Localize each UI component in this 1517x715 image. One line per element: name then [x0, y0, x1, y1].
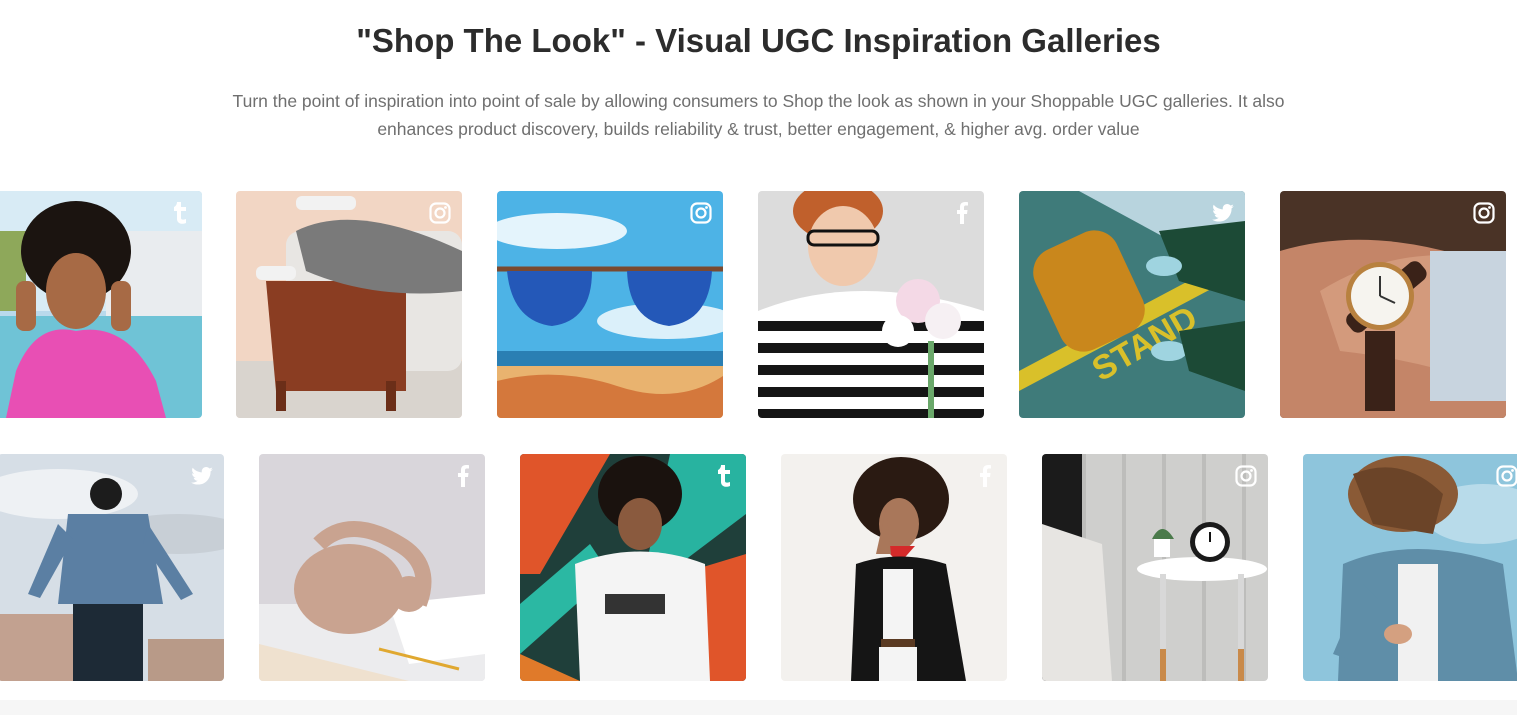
- twitter-icon[interactable]: [190, 464, 214, 488]
- photo-yellow-bag-stand: STAND: [1019, 191, 1245, 418]
- tumblr-icon[interactable]: [712, 464, 736, 488]
- gallery-tile-yellow-bag-stand[interactable]: STAND: [1019, 191, 1245, 418]
- photo-woman-pink-jacket: [0, 191, 202, 418]
- instagram-icon[interactable]: [1495, 464, 1517, 488]
- photo-woman-denim-jacket: [1303, 454, 1517, 681]
- photo-woman-black-blazer: [781, 454, 1007, 681]
- photo-man-denim-jacket: [0, 454, 224, 681]
- instagram-icon[interactable]: [1234, 464, 1258, 488]
- photo-wrist-watch: [1280, 191, 1506, 418]
- gallery-tile-sunglasses-beach[interactable]: [497, 191, 723, 418]
- page-title: "Shop The Look" - Visual UGC Inspiration…: [356, 22, 1161, 59]
- gallery-tile-woman-striped-shirt-flowers[interactable]: [758, 191, 984, 418]
- photo-woman-striped-shirt-flowers: [758, 191, 984, 418]
- instagram-icon[interactable]: [428, 201, 452, 225]
- gallery-tile-alarm-clock-table[interactable]: [1042, 454, 1268, 681]
- photo-sunglasses-beach: [497, 191, 723, 418]
- facebook-icon[interactable]: [973, 464, 997, 488]
- gallery-tile-woman-pink-jacket[interactable]: [0, 191, 202, 418]
- photo-person-on-armchair: [236, 191, 462, 418]
- facebook-icon[interactable]: [950, 201, 974, 225]
- tumblr-icon[interactable]: [168, 201, 192, 225]
- gallery-tile-woman-black-blazer[interactable]: [781, 454, 1007, 681]
- gallery-tile-wrist-watch[interactable]: [1280, 191, 1506, 418]
- gallery-tile-man-graffiti-wall[interactable]: [520, 454, 746, 681]
- instagram-icon[interactable]: [689, 201, 713, 225]
- gallery-tile-woman-denim-jacket[interactable]: [1303, 454, 1517, 681]
- gallery-tile-man-denim-jacket[interactable]: [0, 454, 224, 681]
- section-divider: [0, 700, 1517, 715]
- facebook-icon[interactable]: [451, 464, 475, 488]
- gallery-tile-beige-handbag[interactable]: [259, 454, 485, 681]
- photo-beige-handbag: [259, 454, 485, 681]
- page-subtitle: Turn the point of inspiration into point…: [232, 91, 1285, 139]
- gallery-tile-person-on-armchair[interactable]: [236, 191, 462, 418]
- twitter-icon[interactable]: [1211, 201, 1235, 225]
- photo-alarm-clock-table: [1042, 454, 1268, 681]
- photo-man-graffiti-wall: [520, 454, 746, 681]
- instagram-icon[interactable]: [1472, 201, 1496, 225]
